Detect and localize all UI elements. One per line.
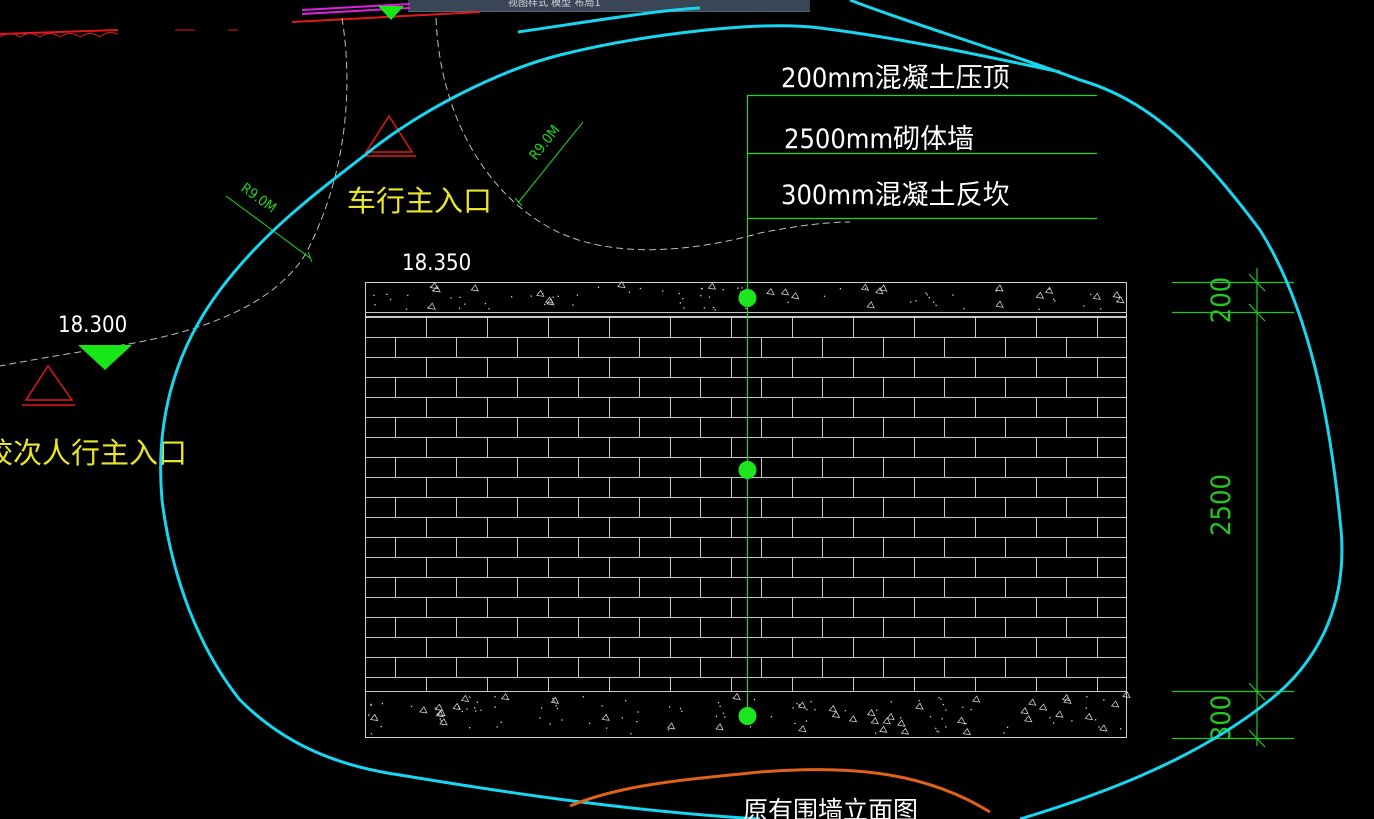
- radius-annotation-left: R9.0M: [225, 180, 313, 263]
- elevation-marker-left: 18.300: [58, 313, 132, 370]
- radius-label: R9.0M: [527, 122, 564, 163]
- callout-node: [738, 289, 757, 307]
- callout-cap-text: 200mm混凝土压顶: [781, 63, 1010, 94]
- elevation-label: 18.350: [402, 251, 471, 276]
- radius-annotation-right: R9.0M: [514, 121, 584, 207]
- drawing-title: 原有围墙立面图: [743, 796, 918, 819]
- callout-node: [738, 707, 757, 725]
- callout-wall-text: 2500mm砌体墙: [784, 124, 974, 155]
- cad-viewport[interactable]: 视图样式 模型 布局1 R9.0M R9.0M 车行主入口 校次人行主入口 18…: [0, 0, 1374, 819]
- elevation-label: 18.300: [58, 313, 127, 338]
- site-edge-lines: [0, 3, 481, 38]
- vehicle-entrance-label: 车行主入口: [347, 184, 492, 218]
- dimension-label-top: 200: [1206, 277, 1237, 323]
- callout-base-text: 300mm混凝土反坎: [781, 180, 1010, 211]
- callout-node: [738, 461, 757, 479]
- pedestrian-entrance-label: 校次人行主入口: [0, 436, 187, 470]
- dimension-label-middle: 2500: [1206, 474, 1237, 536]
- brick-hatch: [366, 317, 1126, 691]
- drawing-canvas[interactable]: R9.0M R9.0M 车行主入口 校次人行主入口 18.300 18.350: [0, 0, 1374, 819]
- entrance-marker-pedestrian: [22, 364, 75, 406]
- radius-label: R9.0M: [238, 180, 279, 216]
